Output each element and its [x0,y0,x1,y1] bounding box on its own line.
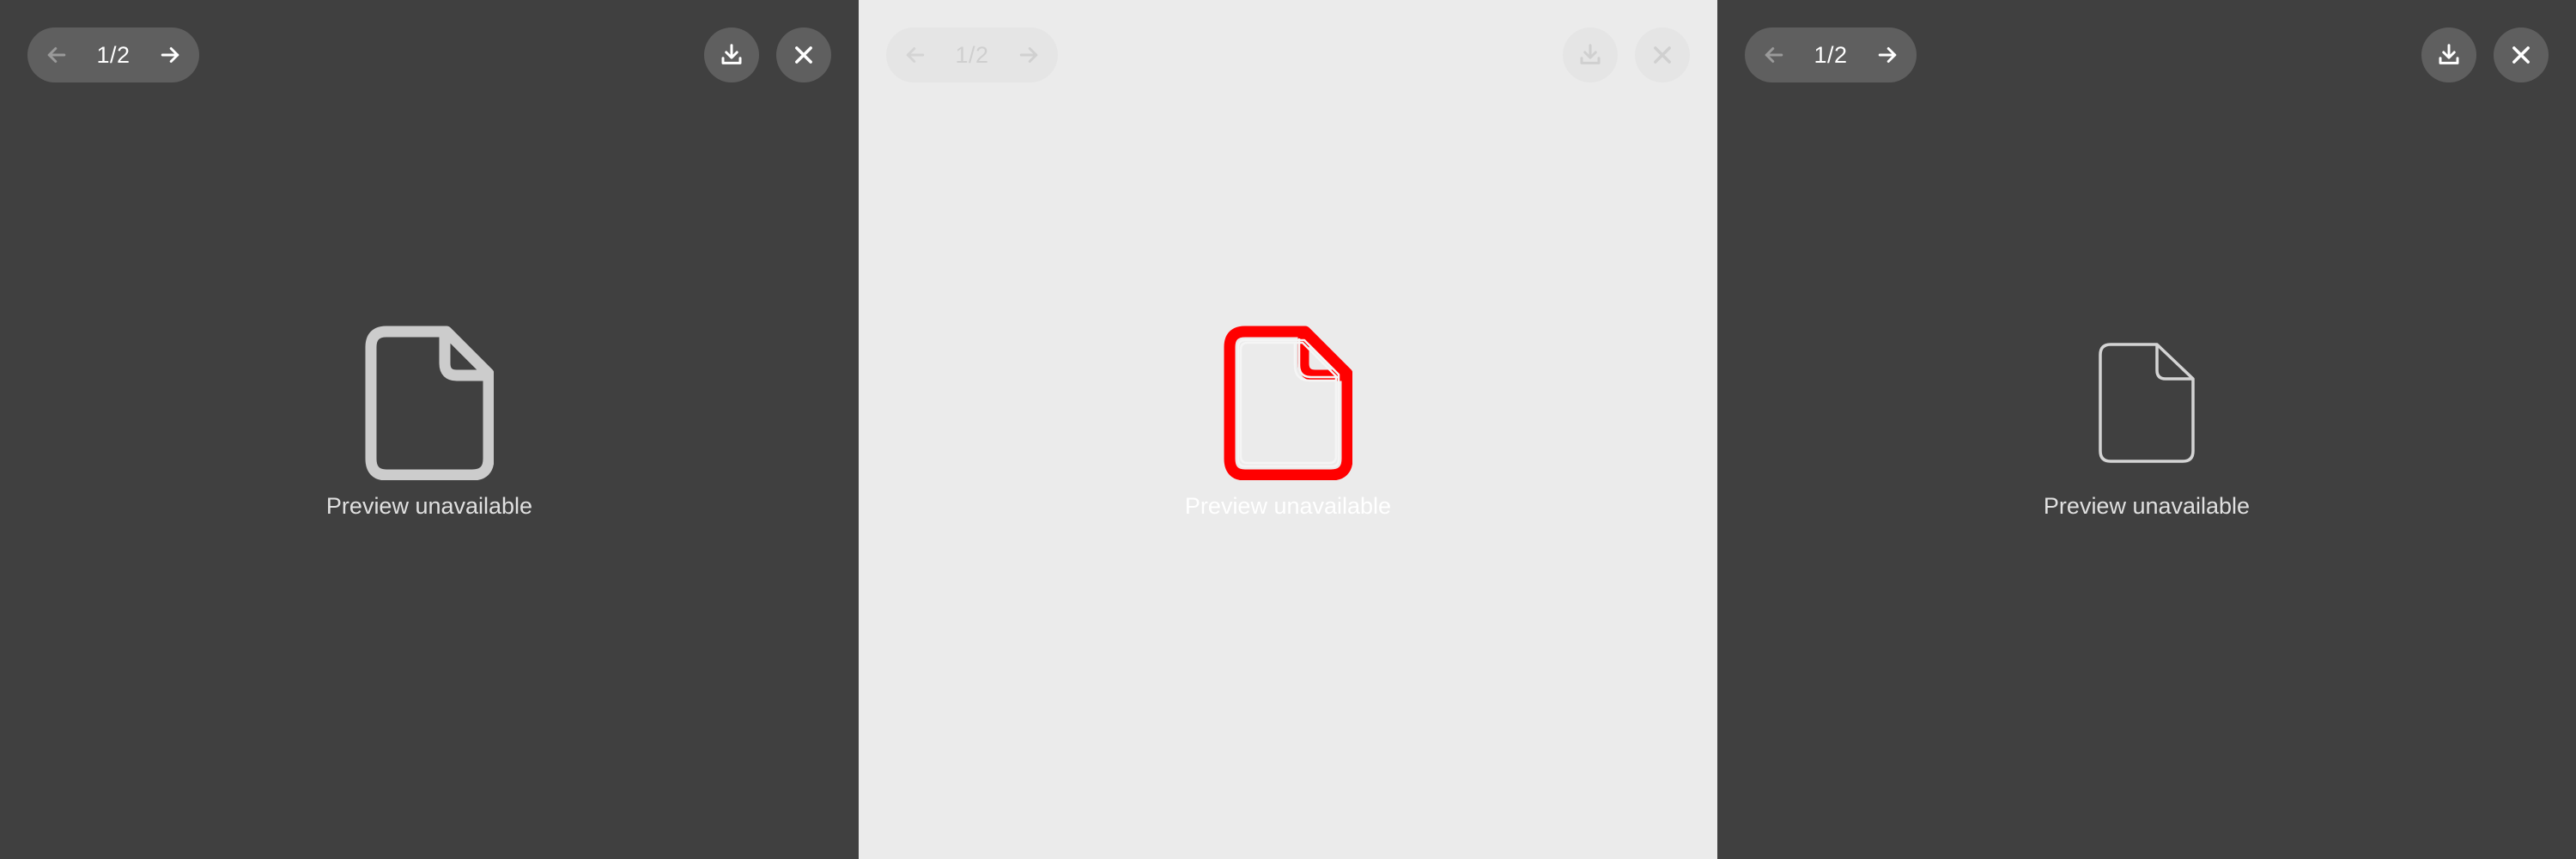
file-icon [2099,343,2195,463]
arrow-right-icon [1019,47,1038,63]
download-button[interactable] [704,27,759,82]
arrow-right-icon [1878,47,1897,63]
pagination-control: 1/2 [886,27,1058,82]
file-icon-container [1224,325,1352,481]
previous-page-button[interactable] [898,38,933,72]
next-page-button[interactable] [1012,38,1046,72]
close-icon [1654,46,1671,64]
pagination-control: 1/2 [27,27,199,82]
preview-placeholder: Preview unavailable [859,325,1717,520]
page-counter: 1/2 [1814,41,1848,68]
arrow-left-icon [906,47,925,63]
previous-page-button[interactable] [39,38,74,72]
preview-unavailable-message: Preview unavailable [1184,493,1392,519]
close-button[interactable] [2494,27,2549,82]
preview-placeholder: Preview unavailable [0,325,859,520]
file-icon [1224,326,1352,480]
close-icon [2512,46,2530,64]
viewer-panel-light: 1/2 Preview unavailable [859,0,1717,859]
viewer-variants: 1/2 Preview unavailable 1/2 Preview unav… [0,0,2576,859]
viewer-panel-dark-thin: 1/2 Preview unavailable [1717,0,2576,859]
viewer-panel-dark: 1/2 Preview unavailable [0,0,859,859]
pagination-control: 1/2 [1745,27,1917,82]
arrow-left-icon [47,47,66,63]
preview-unavailable-message: Preview unavailable [325,493,533,519]
download-button[interactable] [2421,27,2476,82]
previous-page-button[interactable] [1757,38,1791,72]
arrow-right-icon [161,47,179,63]
arrow-left-icon [1765,47,1783,63]
file-icon-container [2082,325,2211,481]
page-counter: 1/2 [955,41,989,68]
next-page-button[interactable] [1870,38,1905,72]
download-button[interactable] [1563,27,1618,82]
preview-placeholder: Preview unavailable [1717,325,2576,520]
next-page-button[interactable] [153,38,187,72]
download-icon [2439,44,2459,64]
close-icon [795,46,812,64]
page-counter: 1/2 [96,41,131,68]
close-button[interactable] [1635,27,1690,82]
download-icon [1580,44,1601,64]
preview-unavailable-message: Preview unavailable [2043,493,2251,519]
file-icon [365,326,494,480]
file-icon-container [365,325,494,481]
download-icon [721,44,742,64]
close-button[interactable] [776,27,831,82]
